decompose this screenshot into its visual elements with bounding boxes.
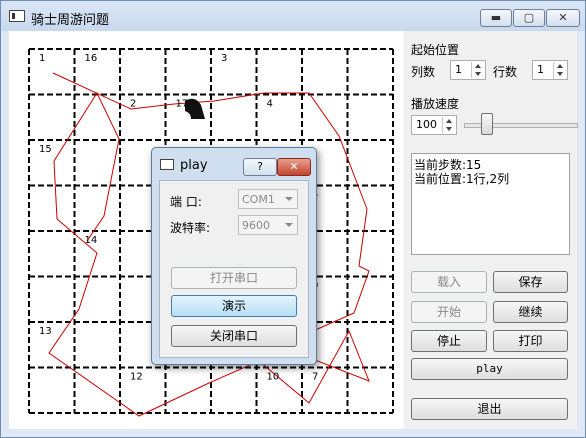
start-position-label: 起始位置	[411, 43, 460, 57]
baud-value: 9600	[242, 219, 270, 232]
col-label: 列数	[411, 65, 436, 79]
window-title: 骑士周游问题	[31, 13, 110, 28]
spin-arrows-icon[interactable]	[471, 62, 484, 78]
step-number: 2	[130, 99, 136, 110]
col-spinbox[interactable]: 1	[450, 60, 486, 80]
minimize-button[interactable]: ▬	[480, 9, 512, 27]
step-number: 13	[39, 326, 52, 337]
step-number: 1	[39, 53, 45, 64]
minimize-icon: ▬	[490, 11, 502, 24]
speed-value: 100	[416, 118, 437, 131]
close-icon: ✕	[558, 11, 568, 24]
step-number: 7	[312, 372, 318, 383]
print-button[interactable]: 打印	[493, 330, 568, 352]
chevron-down-icon	[285, 197, 293, 201]
maximize-button[interactable]: ▢	[513, 9, 545, 27]
step-count-text: 当前步数:15	[414, 158, 482, 172]
start-button[interactable]: 开始	[411, 301, 487, 323]
dialog-close-button[interactable]: ✕	[277, 158, 311, 176]
spin-arrows-icon[interactable]	[442, 117, 455, 133]
dialog-app-icon	[160, 159, 174, 170]
baud-combobox[interactable]: 9600	[238, 215, 298, 235]
close-button[interactable]: ✕	[546, 9, 580, 27]
step-number: 15	[39, 144, 52, 155]
baud-label: 波特率:	[170, 221, 211, 235]
step-number: 14	[85, 235, 98, 246]
app-icon	[9, 10, 25, 22]
row-label: 行数	[493, 65, 518, 79]
current-position-text: 当前位置:1行,2列	[414, 172, 510, 186]
speed-spinbox[interactable]: 100	[411, 115, 457, 135]
spin-arrows-icon[interactable]	[553, 62, 566, 78]
step-number: 4	[267, 99, 273, 110]
main-window: 骑士周游问题 ▬ ▢ ✕ 1163217415514691312107 起始位置…	[0, 0, 586, 438]
step-number: 10	[267, 372, 280, 383]
demo-button[interactable]: 演示	[171, 295, 297, 317]
port-label: 端 口:	[170, 195, 202, 209]
play-dialog: play ? ✕ 端 口: COM1 波特率: 9600 打开串口 演示 关闭串…	[151, 147, 317, 365]
port-combobox[interactable]: COM1	[238, 189, 298, 209]
row-value: 1	[537, 63, 544, 76]
save-button[interactable]: 保存	[493, 271, 568, 293]
step-number: 16	[85, 53, 98, 64]
speed-label: 播放速度	[411, 97, 460, 111]
play-button[interactable]: play	[411, 358, 568, 380]
continue-button[interactable]: 继续	[493, 301, 568, 323]
chevron-down-icon	[285, 223, 293, 227]
speed-slider-handle[interactable]	[481, 113, 493, 135]
maximize-icon: ▢	[523, 11, 535, 24]
help-button[interactable]: ?	[243, 158, 277, 176]
step-number: 17	[176, 99, 189, 110]
client-area: 1163217415514691312107 起始位置 列数 1 行数 1 播放…	[9, 31, 578, 429]
title-bar: 骑士周游问题 ▬ ▢ ✕	[1, 1, 585, 31]
port-value: COM1	[242, 193, 275, 206]
status-textbox[interactable]: 当前步数:15 当前位置:1行,2列	[411, 153, 570, 255]
open-port-button[interactable]: 打开串口	[171, 267, 297, 289]
stop-button[interactable]: 停止	[411, 330, 487, 352]
col-value: 1	[455, 63, 462, 76]
dialog-title: play	[180, 158, 208, 173]
dialog-body: 端 口: COM1 波特率: 9600 打开串口 演示 关闭串口	[159, 180, 309, 358]
row-spinbox[interactable]: 1	[532, 60, 568, 80]
step-number: 12	[130, 372, 143, 383]
close-port-button[interactable]: 关闭串口	[171, 325, 297, 347]
load-button[interactable]: 载入	[411, 271, 487, 293]
exit-button[interactable]: 退出	[411, 398, 568, 420]
step-number: 3	[221, 53, 227, 64]
